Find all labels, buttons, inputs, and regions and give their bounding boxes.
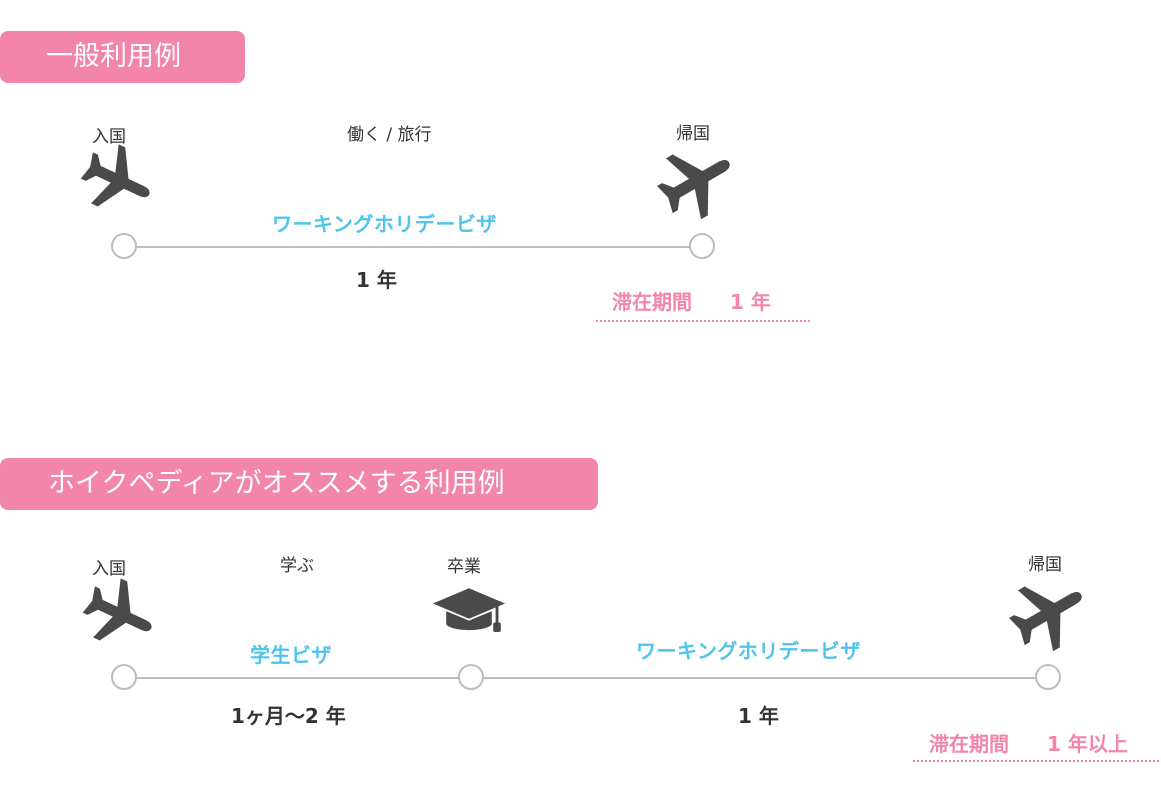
stay-underline bbox=[913, 760, 1159, 762]
timeline-line bbox=[125, 246, 701, 248]
timeline-node-return bbox=[1035, 664, 1061, 690]
stay-value: 1 年 bbox=[729, 290, 771, 314]
visa2-label: ワーキングホリデービザ bbox=[636, 639, 861, 663]
duration-label: 1 年 bbox=[356, 268, 397, 292]
timeline-node-entry bbox=[111, 233, 137, 259]
airplane-landing-icon bbox=[82, 576, 158, 652]
airplane-takeoff-icon bbox=[656, 140, 738, 222]
duration1-label: 1ヶ月〜2 年 bbox=[231, 704, 346, 728]
section2-title: ホイクペディアがオススメする利用例 bbox=[0, 458, 598, 510]
stay-period: 滞在期間 1 年以上 bbox=[929, 728, 1128, 757]
stay-label: 滞在期間 bbox=[929, 732, 1009, 756]
duration2-label: 1 年 bbox=[738, 704, 779, 728]
activity-label: 学ぶ bbox=[280, 556, 314, 576]
stay-label: 滞在期間 bbox=[612, 290, 692, 314]
stay-underline bbox=[596, 320, 810, 322]
airplane-takeoff-icon bbox=[1008, 572, 1090, 654]
timeline-node-graduate bbox=[458, 664, 484, 690]
visa-label: ワーキングホリデービザ bbox=[272, 212, 497, 236]
graduate-label: 卒業 bbox=[447, 557, 481, 577]
activity-label: 働く / 旅行 bbox=[347, 125, 432, 145]
timeline-node-entry bbox=[111, 664, 137, 690]
stay-value: 1 年以上 bbox=[1046, 732, 1128, 756]
section1-title: 一般利用例 bbox=[0, 31, 245, 83]
timeline-line bbox=[125, 677, 1048, 679]
visa1-label: 学生ビザ bbox=[250, 643, 332, 667]
airplane-landing-icon bbox=[80, 142, 156, 218]
graduation-cap-icon bbox=[432, 588, 506, 632]
stay-period: 滞在期間 1 年 bbox=[612, 286, 771, 315]
timeline-node-return bbox=[689, 233, 715, 259]
